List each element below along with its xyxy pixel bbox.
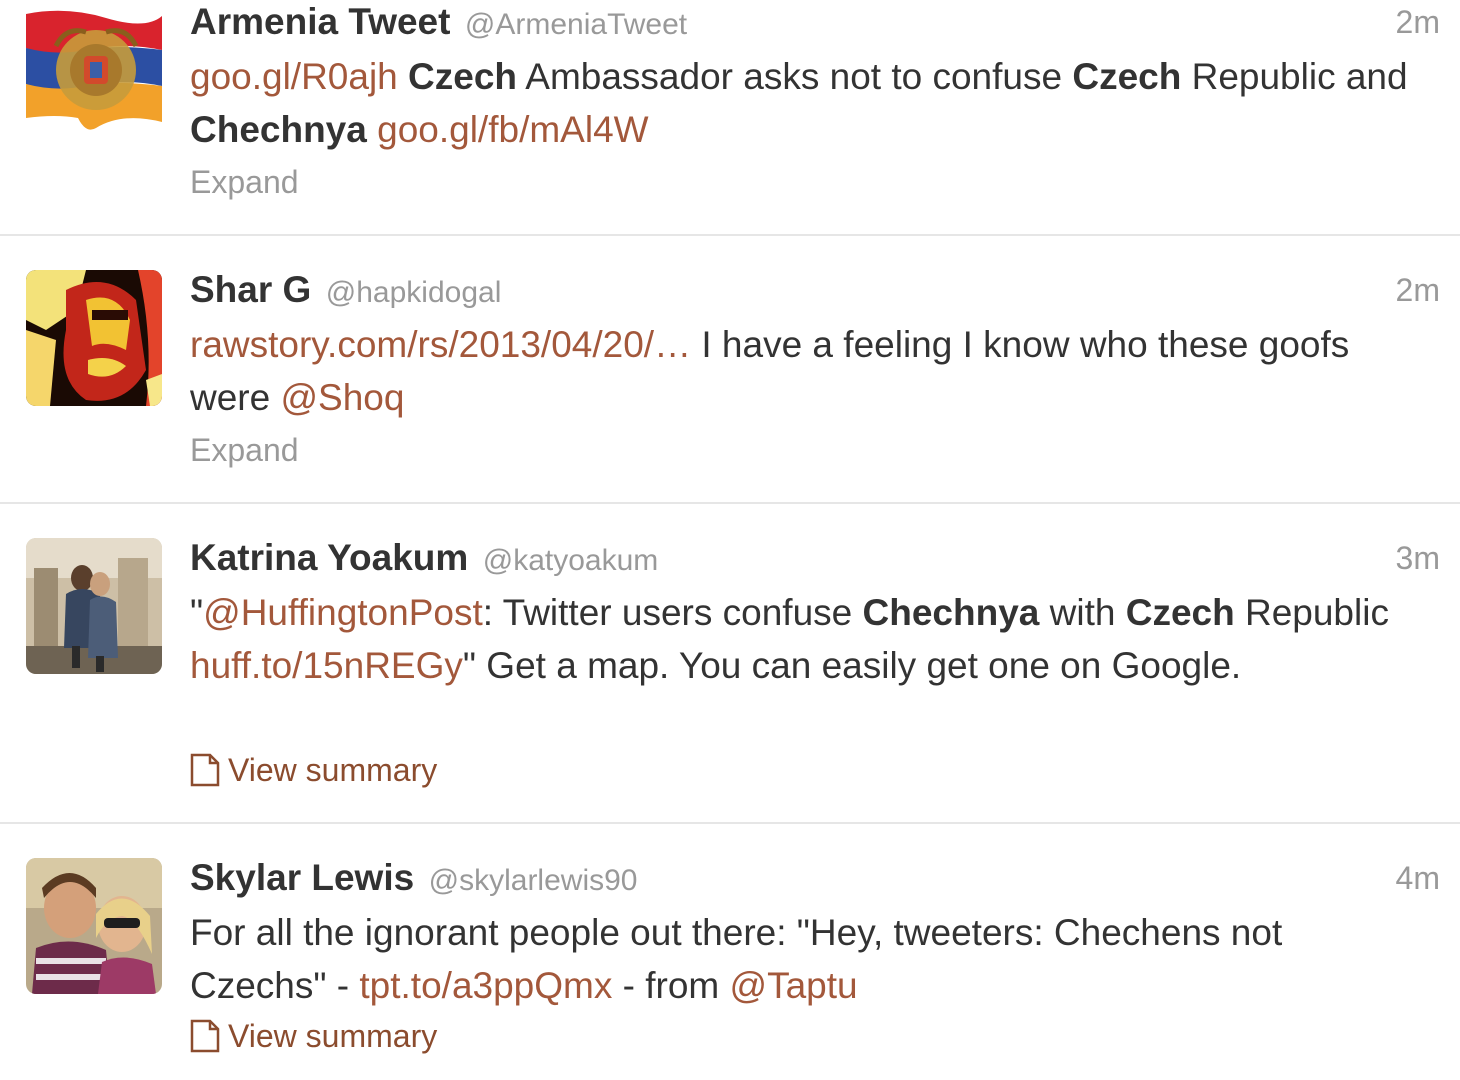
tweet-feed: Armenia Tweet @ArmeniaTweet 2m goo.gl/R0… [0,0,1460,1080]
tweet-header: Skylar Lewis @skylarlewis90 4m [190,856,1440,900]
author-handle[interactable]: @ArmeniaTweet [465,8,687,41]
tweet-text-segment: Republic and [1181,56,1408,97]
highlighted-term: Chechnya [190,109,367,150]
author-name[interactable]: Armenia Tweet [190,1,450,42]
url-link[interactable]: rawstory.com/rs/2013/04/20/… [190,324,691,365]
author-handle[interactable]: @katyoakum [483,544,659,577]
tweet-item[interactable]: Skylar Lewis @skylarlewis90 4m For all t… [0,824,1460,1080]
view-summary-label: View summary [228,752,438,788]
mention-link[interactable]: @Shoq [280,377,404,418]
tweet-text-segment: with [1039,592,1126,633]
tweet-timestamp[interactable]: 2m [1396,268,1440,312]
highlighted-term: Czech [1072,56,1182,97]
view-summary-label: View summary [228,1018,438,1054]
tweet-item[interactable]: Katrina Yoakum @katyoakum 3m "@Huffingto… [0,504,1460,824]
expand-link[interactable]: Expand [190,162,299,202]
view-summary-link[interactable]: View summary [190,1016,437,1056]
face-art-avatar[interactable] [26,270,162,406]
tweet-header: Armenia Tweet @ArmeniaTweet 2m [190,0,1440,44]
author-name[interactable]: Skylar Lewis [190,857,414,898]
author-handle[interactable]: @hapkidogal [326,276,502,309]
tweet-text-segment: " [190,592,204,633]
tweet-text-segment [398,56,408,97]
tweet-text: goo.gl/R0ajh Czech Ambassador asks not t… [190,50,1410,156]
document-icon [190,1019,220,1053]
tweet-text-segment [367,109,377,150]
highlighted-term: Czech [408,56,518,97]
url-link[interactable]: goo.gl/fb/mAl4W [377,109,648,150]
tweet-text-segment: : Twitter users confuse [482,592,863,633]
mention-link[interactable]: @Taptu [730,965,858,1006]
tweet-timestamp[interactable]: 4m [1396,856,1440,900]
tweet-header: Shar G @hapkidogal 2m [190,268,1440,312]
tweet-text-segment: " Get a map. You can easily get one on G… [462,645,1242,686]
armenia-flag-avatar[interactable] [26,6,162,142]
url-link[interactable]: huff.to/15nREGy [190,645,463,686]
tweet-item[interactable]: Armenia Tweet @ArmeniaTweet 2m goo.gl/R0… [0,0,1460,236]
tweet-text-segment: Ambassador asks not to confuse [517,56,1073,97]
url-link[interactable]: tpt.to/a3ppQmx [359,965,612,1006]
highlighted-term: Czech [1125,592,1235,633]
mention-link[interactable]: @HuffingtonPost [203,592,483,633]
highlighted-term: Chechnya [862,592,1040,633]
tweet-timestamp[interactable]: 2m [1396,0,1440,44]
author-name[interactable]: Katrina Yoakum [190,537,468,578]
tweet-text-segment: Republic [1234,592,1389,633]
view-summary-link[interactable]: View summary [190,750,437,790]
couple-photo-avatar[interactable] [26,538,162,674]
document-icon [190,753,220,787]
author-name[interactable]: Shar G [190,269,311,310]
tweet-text: "@HuffingtonPost: Twitter users confuse … [190,586,1410,692]
tweet-text: rawstory.com/rs/2013/04/20/… I have a fe… [190,318,1410,424]
selfie-photo-avatar[interactable] [26,858,162,994]
tweet-item[interactable]: Shar G @hapkidogal 2m rawstory.com/rs/20… [0,236,1460,504]
tweet-text: For all the ignorant people out there: "… [190,906,1410,1012]
tweet-timestamp[interactable]: 3m [1396,536,1440,580]
expand-link[interactable]: Expand [190,430,299,470]
tweet-header: Katrina Yoakum @katyoakum 3m [190,536,1440,580]
author-handle[interactable]: @skylarlewis90 [429,864,638,897]
tweet-text-segment: - from [612,965,730,1006]
url-link[interactable]: goo.gl/R0ajh [190,56,398,97]
